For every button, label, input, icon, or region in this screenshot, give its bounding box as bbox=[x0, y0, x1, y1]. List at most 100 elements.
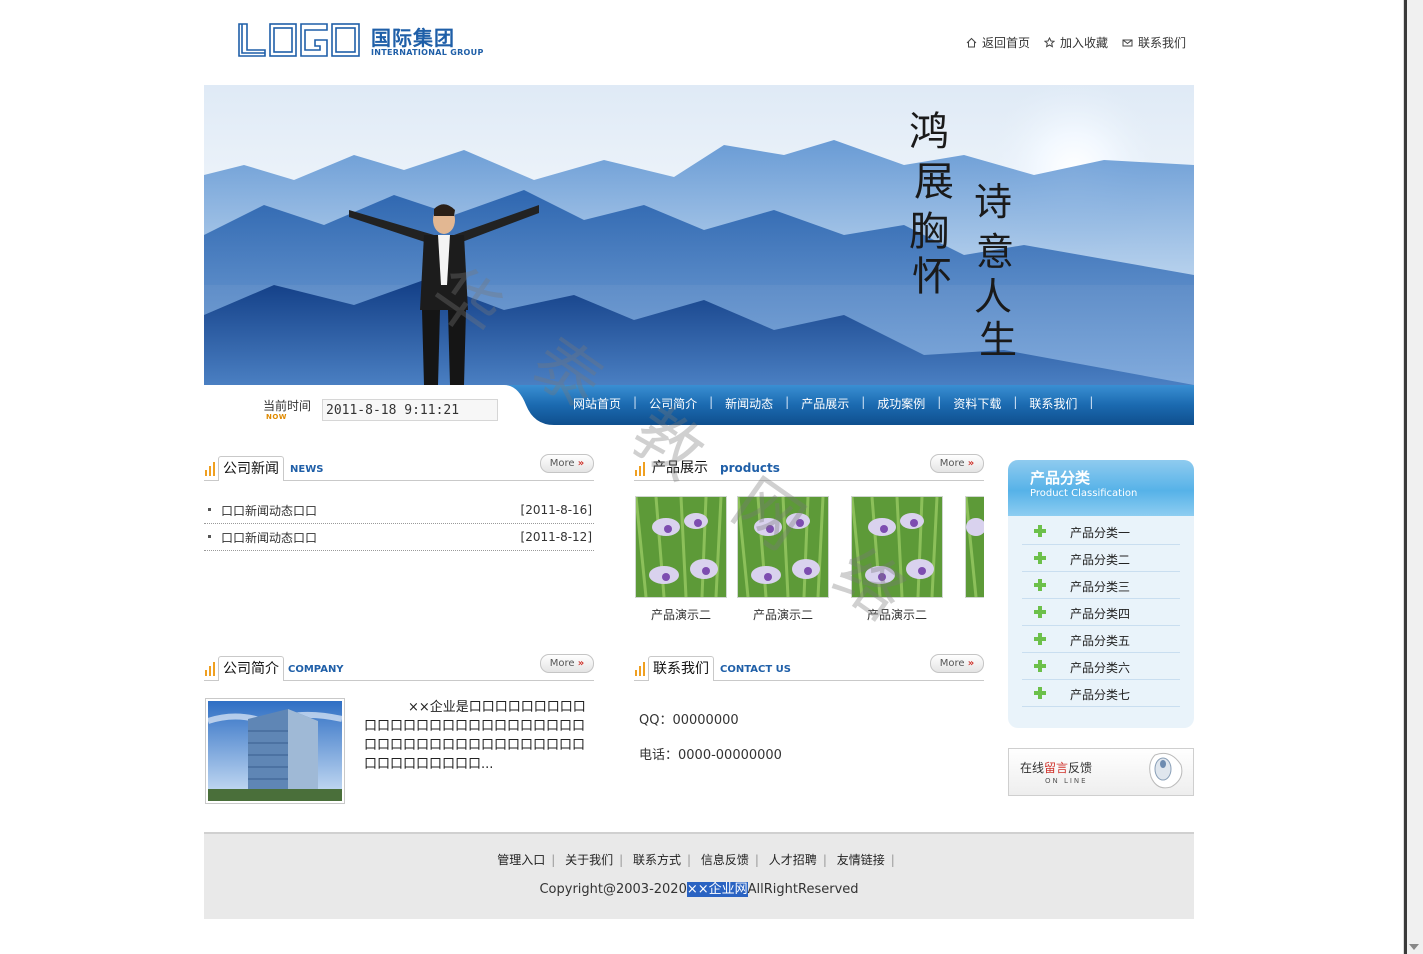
products-more-button[interactable]: More » bbox=[930, 454, 984, 473]
nav-contact[interactable]: 联系我们 bbox=[1019, 395, 1087, 412]
bullet-icon bbox=[208, 535, 211, 538]
calligraphy-char: 生 bbox=[979, 318, 1017, 362]
main-nav: 网站首页 | 公司简介 | 新闻动态 | 产品展示 | 成功案例 | 资料下载 … bbox=[504, 385, 1194, 425]
plus-icon bbox=[1034, 552, 1046, 564]
iris-flower-image[interactable] bbox=[851, 496, 943, 598]
iris-flower-image[interactable] bbox=[965, 496, 984, 598]
category-panel-header: 产品分类 Product Classification bbox=[1008, 460, 1194, 516]
product-card[interactable]: 产品演示二 bbox=[635, 496, 727, 623]
top-links: 返回首页 加入收藏 联系我们 bbox=[966, 34, 1186, 51]
mountain-landscape-image: 鸿 展 胸 怀 诗 意 人 生 bbox=[204, 85, 1194, 385]
products-section-header: 产品展示 products More » bbox=[634, 454, 984, 481]
bars-icon bbox=[635, 662, 645, 676]
contact-link[interactable]: 联系我们 bbox=[1122, 34, 1186, 51]
contact-icon bbox=[1122, 39, 1133, 47]
news-section-header: 公司新闻 NEWS More » bbox=[204, 454, 594, 481]
calligraphy-char: 意 bbox=[976, 230, 1014, 274]
product-card[interactable]: 产品演示二 bbox=[737, 496, 829, 623]
company-building-image[interactable] bbox=[205, 698, 345, 804]
contact-link-label: 联系我们 bbox=[1137, 36, 1186, 50]
product-card[interactable] bbox=[965, 496, 984, 606]
home-link[interactable]: 返回首页 bbox=[966, 34, 1030, 51]
favorite-icon bbox=[1043, 37, 1055, 48]
hero-banner: 鸿 展 胸 怀 诗 意 人 生 bbox=[204, 85, 1194, 385]
category-item[interactable]: 产品分类三 bbox=[1022, 572, 1180, 599]
list-item[interactable]: 口口新闻动态口口 [2011-8-16] bbox=[204, 497, 594, 524]
company-more-button[interactable]: More » bbox=[540, 654, 594, 673]
products-subtitle: products bbox=[720, 461, 780, 475]
nav-products[interactable]: 产品展示 bbox=[791, 395, 859, 412]
current-time-label: 当前时间 bbox=[263, 399, 312, 413]
favorite-link[interactable]: 加入收藏 bbox=[1043, 34, 1108, 51]
nav-downloads[interactable]: 资料下载 bbox=[943, 395, 1011, 412]
calligraphy-char: 鸿 bbox=[909, 109, 949, 155]
bars-icon bbox=[635, 462, 645, 476]
product-carousel: 产品演示二 产品演示二 产品演示二 bbox=[634, 496, 984, 626]
selected-text: ××企业网 bbox=[686, 882, 748, 897]
nav-cases[interactable]: 成功案例 bbox=[867, 395, 935, 412]
footer-link-friends[interactable]: 友情链接 bbox=[837, 853, 885, 867]
home-icon bbox=[966, 37, 977, 48]
product-card[interactable]: 产品演示二 bbox=[851, 496, 943, 623]
plus-icon bbox=[1034, 633, 1046, 645]
product-caption[interactable]: 产品演示二 bbox=[851, 606, 943, 623]
footer-link-contact[interactable]: 联系方式 bbox=[633, 853, 681, 867]
current-time-field: 2011-8-18 9:11:21 bbox=[322, 399, 498, 421]
footer-link-feedback[interactable]: 信息反馈 bbox=[701, 853, 749, 867]
company-intro-text: ××企业是口口口口口口口口口口口口口口口口口口口口口口口口口口口口口口口口口口口… bbox=[364, 700, 586, 772]
plus-icon bbox=[1034, 687, 1046, 699]
online-feedback-label: 在线留言反馈 bbox=[1020, 761, 1093, 775]
company-section-header: 公司简介 COMPANY More » bbox=[204, 654, 594, 681]
contact-title: 联系我们 bbox=[648, 656, 714, 681]
favorite-link-label: 加入收藏 bbox=[1059, 36, 1108, 50]
footer-link-jobs[interactable]: 人才招聘 bbox=[769, 853, 817, 867]
time-now-badge: NOW bbox=[266, 413, 288, 421]
contact-more-button[interactable]: More » bbox=[930, 654, 984, 673]
mouse-icon bbox=[1149, 752, 1183, 789]
contact-section-header: 联系我们 CONTACT US More » bbox=[634, 654, 984, 681]
category-item[interactable]: 产品分类四 bbox=[1022, 599, 1180, 626]
nav-home[interactable]: 网站首页 bbox=[563, 395, 631, 412]
category-item[interactable]: 产品分类五 bbox=[1022, 626, 1180, 653]
calligraphy-char: 诗 bbox=[974, 180, 1012, 224]
calligraphy-char: 展 bbox=[914, 159, 954, 205]
online-feedback-button[interactable]: 在线留言反馈 ON LINE bbox=[1008, 748, 1194, 796]
news-item-title[interactable]: 口口新闻动态口口 bbox=[221, 529, 317, 546]
nav-news[interactable]: 新闻动态 bbox=[715, 395, 783, 412]
scroll-down-icon[interactable] bbox=[1409, 944, 1419, 950]
footer-link-admin[interactable]: 管理入口 bbox=[497, 853, 545, 867]
contact-subtitle: CONTACT US bbox=[720, 664, 791, 675]
products-title: 产品展示 bbox=[648, 456, 712, 480]
plus-icon bbox=[1034, 660, 1046, 672]
vertical-scrollbar[interactable] bbox=[1403, 0, 1423, 954]
news-item-title[interactable]: 口口新闻动态口口 bbox=[221, 502, 317, 519]
list-item[interactable]: 口口新闻动态口口 [2011-8-12] bbox=[204, 524, 594, 551]
plus-icon bbox=[1034, 525, 1046, 537]
home-link-label: 返回首页 bbox=[981, 36, 1030, 50]
product-category-panel: 产品分类 Product Classification 产品分类一 产品分类二 … bbox=[1008, 460, 1194, 728]
product-caption[interactable]: 产品演示二 bbox=[635, 606, 727, 623]
category-item[interactable]: 产品分类一 bbox=[1022, 518, 1180, 545]
category-item[interactable]: 产品分类七 bbox=[1022, 680, 1180, 707]
logo-mark-icon bbox=[238, 23, 360, 57]
nav-about[interactable]: 公司简介 bbox=[639, 395, 707, 412]
copyright: Copyright@2003-2020××企业网AllRightReserved bbox=[539, 882, 859, 897]
category-item[interactable]: 产品分类六 bbox=[1022, 653, 1180, 680]
site-logo[interactable]: 国际集团 INTERNATIONAL GROUP bbox=[237, 22, 487, 62]
nav-items: 网站首页 | 公司简介 | 新闻动态 | 产品展示 | 成功案例 | 资料下载 … bbox=[563, 395, 1095, 412]
plus-icon bbox=[1034, 579, 1046, 591]
news-item-date: [2011-8-12] bbox=[520, 530, 592, 544]
bars-icon bbox=[205, 662, 215, 676]
category-list: 产品分类一 产品分类二 产品分类三 产品分类四 产品分类五 产品分类六 产品分类… bbox=[1022, 518, 1180, 707]
footer-link-about[interactable]: 关于我们 bbox=[565, 853, 613, 867]
category-item[interactable]: 产品分类二 bbox=[1022, 545, 1180, 572]
category-subtitle: Product Classification bbox=[1030, 488, 1138, 499]
calligraphy-char: 人 bbox=[974, 275, 1012, 319]
news-more-button[interactable]: More » bbox=[540, 454, 594, 473]
iris-flower-image[interactable] bbox=[635, 496, 727, 598]
calligraphy-char: 怀 bbox=[912, 254, 952, 300]
site-footer: 管理入口 | 关于我们 | 联系方式 | 信息反馈 | 人才招聘 | 友情链接 | Copy… bbox=[204, 832, 1194, 919]
iris-flower-image[interactable] bbox=[737, 496, 829, 598]
product-caption[interactable]: 产品演示二 bbox=[737, 606, 829, 623]
news-item-date: [2011-8-16] bbox=[520, 503, 592, 517]
